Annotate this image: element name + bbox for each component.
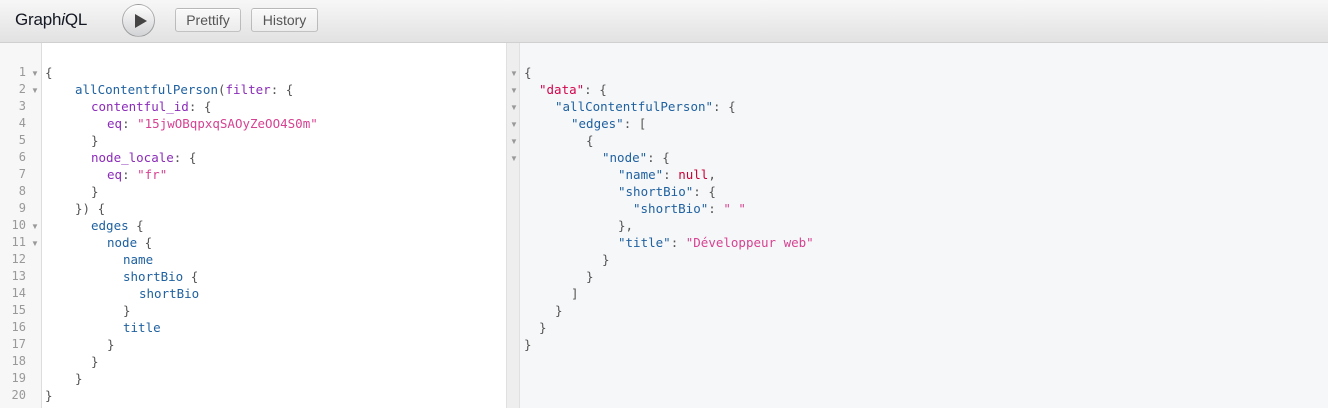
result-line: "data": { [539, 82, 607, 97]
line-number: 14 [11, 286, 26, 300]
result-line: } [539, 320, 547, 335]
play-icon [135, 14, 147, 28]
fold-arrow-icon[interactable]: ▼ [509, 116, 519, 133]
fold-arrow-icon[interactable]: ▼ [509, 150, 519, 167]
code-line: title [123, 320, 161, 335]
line-number: 18 [11, 354, 26, 368]
fold-arrow-icon[interactable]: ▼ [30, 218, 40, 235]
code-line: contentful_id: { [91, 99, 212, 114]
fold-arrow-icon[interactable]: ▼ [30, 82, 40, 99]
result-line: } [524, 337, 532, 352]
code-line: } [75, 371, 83, 386]
result-line: "edges": [ [571, 116, 647, 131]
fold-arrow-icon[interactable]: ▼ [509, 82, 519, 99]
toolbar: GraphiQL Prettify History [0, 0, 1328, 43]
result-line: "name": null, [618, 167, 716, 182]
line-number: 8 [18, 184, 26, 198]
query-editor[interactable]: 1 2 3 4 5 6 7 8 9 10 11 12 13 14 15 16 17 18 19 20 ▼ ▼ ▼ ▼ … [0, 43, 506, 408]
code-line: } [91, 133, 99, 148]
fold-arrow-icon[interactable]: ▼ [509, 99, 519, 116]
fold-arrow-icon[interactable]: ▼ [509, 65, 519, 82]
line-number: 16 [11, 320, 26, 334]
code-line: shortBio [139, 286, 200, 301]
fold-arrow-icon[interactable]: ▼ [30, 235, 40, 252]
history-button[interactable]: History [251, 8, 318, 32]
prettify-button[interactable]: Prettify [175, 8, 241, 32]
result-line: } [555, 303, 563, 318]
code-line: edges { [91, 218, 144, 233]
line-number: 5 [18, 133, 26, 147]
result-line: ] [571, 286, 579, 301]
fold-arrow-icon[interactable]: ▼ [509, 133, 519, 150]
code-line: } [107, 337, 115, 352]
code-line: }) { [75, 201, 106, 216]
result-line: { [586, 133, 594, 148]
result-line: } [602, 252, 610, 267]
result-line: { [524, 65, 532, 80]
code-line: node { [107, 235, 153, 250]
code-line: } [91, 184, 99, 199]
line-number: 9 [18, 201, 26, 215]
line-number: 2 [18, 82, 26, 96]
code-line: { [45, 65, 53, 80]
line-number: 17 [11, 337, 26, 351]
result-viewer: ▼ ▼ ▼ ▼ ▼ ▼ { "data": { "allContentfulPe… [510, 43, 1328, 408]
line-number: 7 [18, 167, 26, 181]
result-line: "title": "Développeur web" [618, 235, 814, 250]
fold-arrow-icon[interactable]: ▼ [30, 65, 40, 82]
code-line: } [45, 388, 53, 403]
line-number: 13 [11, 269, 26, 283]
line-number: 1 [18, 65, 26, 79]
code-line: node_locale: { [91, 150, 197, 165]
result-line: } [586, 269, 594, 284]
line-number: 3 [18, 99, 26, 113]
code-line: eq: "15jwOBqpxqSAOyZeOO4S0m" [107, 116, 318, 131]
result-line: "allContentfulPerson": { [555, 99, 736, 114]
result-line: "node": { [602, 150, 670, 165]
line-number: 19 [11, 371, 26, 385]
line-number: 6 [18, 150, 26, 164]
line-number: 20 [11, 388, 26, 402]
code-line: eq: "fr" [107, 167, 168, 182]
code-line: allContentfulPerson(filter: { [75, 82, 294, 97]
code-line: name [123, 252, 154, 267]
result-line: "shortBio": " " [633, 201, 746, 216]
line-number: 4 [18, 116, 26, 130]
execute-query-button[interactable] [122, 4, 155, 37]
code-line: } [91, 354, 99, 369]
app-title: GraphiQL [15, 10, 88, 29]
result-line: "shortBio": { [618, 184, 716, 199]
line-number: 11 [11, 235, 26, 249]
line-number: 15 [11, 303, 26, 317]
line-number: 12 [11, 252, 26, 266]
line-number: 10 [11, 218, 26, 232]
result-line: }, [618, 218, 634, 233]
code-line: shortBio { [123, 269, 199, 284]
code-line: } [123, 303, 131, 318]
